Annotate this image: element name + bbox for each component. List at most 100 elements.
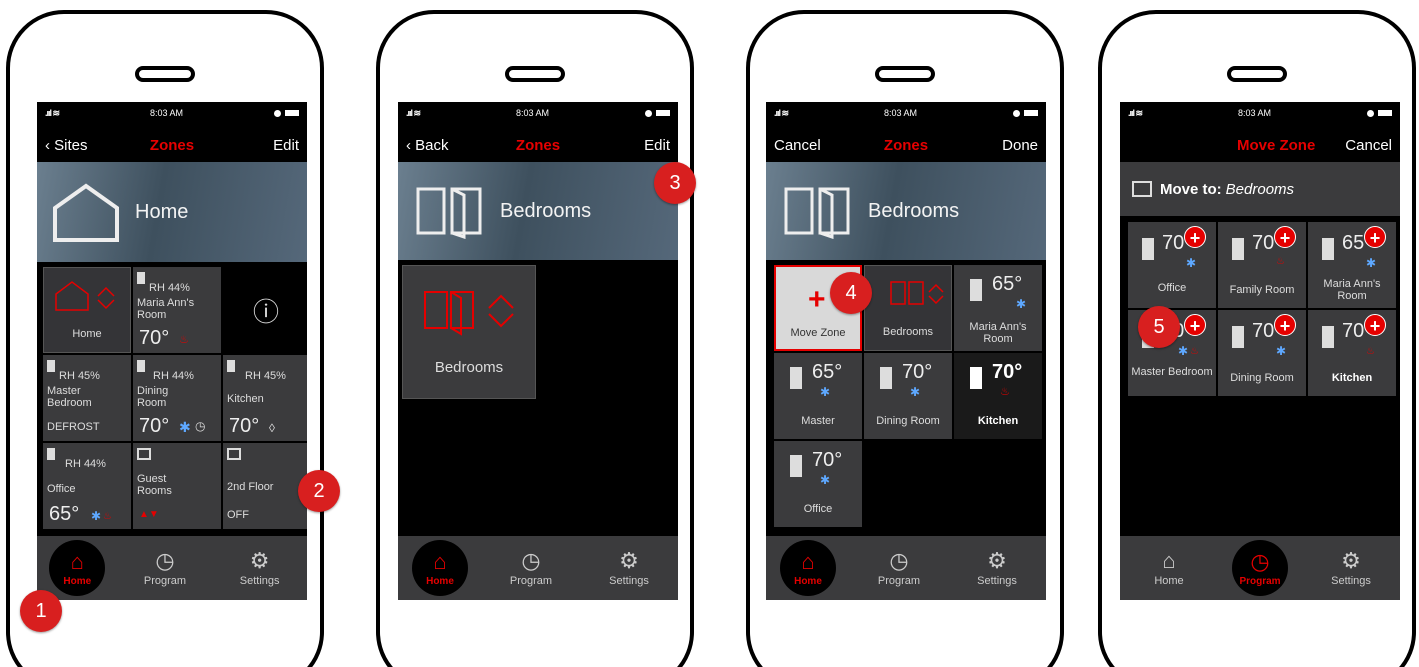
tile-temp: 65°: [812, 361, 843, 383]
zone-tile-guest[interactable]: Guest Rooms ▲▼: [133, 443, 221, 529]
target-tile-dining[interactable]: 70 ✱ + Dining Room: [1218, 310, 1306, 396]
tile-temp: 70: [1252, 232, 1275, 254]
tab-settings[interactable]: ⚙ Settings: [962, 549, 1032, 588]
zone-tile-bedrooms[interactable]: Bedrooms: [864, 265, 952, 351]
zone-tile-kitchen[interactable]: RH 45% Kitchen 70° ◊: [223, 355, 307, 441]
timer-icon: ◷: [1250, 548, 1270, 574]
door-icon: [1142, 238, 1154, 260]
zone-tile-2nd-floor[interactable]: 2nd Floor OFF: [223, 443, 307, 529]
phone-1: .ııl ≋ 8:03 AM ‹ Sites Zones Edit Home H…: [6, 10, 324, 667]
done-button[interactable]: Done: [1002, 137, 1038, 154]
tile-temp: 70°: [992, 361, 1023, 383]
home-icon: ⌂: [801, 548, 815, 574]
target-tile-office[interactable]: 70 ✱ + Office: [1128, 222, 1216, 308]
zone-tile-master[interactable]: 65° ✱ Master: [774, 353, 862, 439]
target-tile-kitchen[interactable]: 70 ♨ + Kitchen: [1308, 310, 1396, 396]
flame-icon: ♨: [1276, 256, 1285, 267]
gear-icon: ⚙: [619, 548, 639, 573]
status-bar: .ııl ≋ 8:03 AM: [37, 102, 307, 124]
snowflake-icon: ✱: [820, 385, 831, 399]
door-icon: [137, 448, 151, 460]
snowflake-icon: ✱: [1178, 344, 1189, 358]
signal-wifi-icon: .ııl ≋: [406, 107, 421, 118]
door-icon: [227, 360, 235, 372]
double-door-icon: [1132, 181, 1152, 197]
tab-label: Settings: [239, 575, 280, 587]
tab-label: Home: [63, 575, 92, 587]
home-icon: [55, 281, 115, 311]
info-tile[interactable]: ⓘ: [223, 267, 307, 353]
tab-bar: ⌂ Home ◷ Program ⚙ Settings: [37, 536, 307, 600]
tile-rh: RH 45%: [59, 370, 100, 382]
phone-3: .ııl ≋ 8:03 AM Cancel Zones Done Bedroom…: [746, 10, 1064, 667]
snowflake-icon: ✱: [1186, 256, 1197, 270]
status-bar: .ııl ≋ 8:03 AM: [766, 102, 1046, 124]
back-button[interactable]: ‹ Back: [406, 137, 449, 154]
tab-label: Home: [426, 575, 454, 587]
tile-label: Office: [1157, 282, 1187, 294]
zone-banner: Home: [37, 162, 307, 262]
target-tile-family[interactable]: 70 ♨ + Family Room: [1218, 222, 1306, 308]
add-icon[interactable]: +: [1274, 226, 1296, 248]
add-icon[interactable]: +: [1184, 314, 1206, 336]
speaker: [875, 66, 935, 82]
tab-program[interactable]: ◷ Program: [130, 549, 200, 588]
tab-home[interactable]: ⌂ Home: [780, 540, 836, 596]
tile-temp: 70: [1162, 232, 1185, 254]
zone-tile-office[interactable]: RH 44% Office 65° ✱ ♨: [43, 443, 131, 529]
tab-settings[interactable]: ⚙ Settings: [225, 549, 295, 588]
target-tile-maria[interactable]: 65 ✱ + Maria Ann's Room: [1308, 222, 1396, 308]
tab-settings[interactable]: ⚙ Settings: [1316, 548, 1386, 588]
tab-program[interactable]: ◷ Program: [1232, 540, 1288, 596]
zone-tile-dining[interactable]: RH 44% Dining Room 70° ✱ ◷: [133, 355, 221, 441]
back-sites-button[interactable]: ‹ Sites: [45, 137, 88, 154]
add-icon[interactable]: +: [1184, 226, 1206, 248]
battery-icon: [1023, 110, 1038, 116]
tile-rh: RH 44%: [149, 282, 190, 294]
zone-tile-maria[interactable]: RH 44% Maria Ann's Room 70° ♨: [133, 267, 221, 353]
tile-rh: RH 45%: [245, 370, 286, 382]
tab-program[interactable]: ◷ Program: [864, 549, 934, 588]
zone-tile-dining[interactable]: 70° ✱ Dining Room: [864, 353, 952, 439]
tile-label: Bedrooms: [434, 359, 504, 376]
nav-bar: ‹ Sites Zones Edit: [37, 128, 307, 162]
zone-tile-kitchen[interactable]: 70° ♨ Kitchen: [954, 353, 1042, 439]
alarm-icon: [273, 109, 281, 117]
edit-button[interactable]: Edit: [644, 137, 670, 154]
edit-button[interactable]: Edit: [273, 137, 299, 154]
zone-tile-master[interactable]: RH 45% Master Bedroom DEFROST: [43, 355, 131, 441]
alarm-icon: [1366, 109, 1374, 117]
cancel-button[interactable]: Cancel: [774, 137, 821, 154]
tab-bar: ⌂ Home ◷ Program ⚙ Settings: [1120, 536, 1400, 600]
tile-label: Office: [47, 483, 76, 495]
tab-settings[interactable]: ⚙ Settings: [594, 548, 664, 588]
zone-tile-maria[interactable]: 65° ✱ Maria Ann's Room: [954, 265, 1042, 351]
speaker: [135, 66, 195, 82]
tab-label: Program: [509, 575, 553, 587]
zone-tile-office[interactable]: 70° ✱ Office: [774, 441, 862, 527]
tile-temp: 70°: [812, 449, 843, 471]
tile-temp: 70°: [139, 327, 170, 349]
add-icon[interactable]: +: [1364, 314, 1386, 336]
double-door-icon: [890, 281, 944, 305]
tab-program[interactable]: ◷ Program: [496, 549, 566, 588]
info-icon[interactable]: ⓘ: [253, 292, 279, 329]
tab-bar: ⌂ Home ◷ Program ⚙ Settings: [766, 536, 1046, 600]
timer-icon: ◷: [195, 419, 206, 433]
gear-icon: ⚙: [1341, 548, 1361, 573]
move-to-bar: Move to: Bedrooms: [1120, 162, 1400, 216]
tab-home[interactable]: ⌂ Home: [1134, 549, 1204, 588]
zone-tile-home[interactable]: Home: [43, 267, 131, 353]
screen-4: .ııl ≋ 8:03 AM Move Zone Cancel Move to:…: [1120, 102, 1400, 600]
door-icon: [137, 272, 145, 284]
alarm-icon: [644, 109, 652, 117]
tile-label: Bedrooms: [882, 326, 934, 338]
cancel-button[interactable]: Cancel: [1345, 137, 1392, 154]
add-icon[interactable]: +: [1274, 314, 1296, 336]
double-door-icon: [416, 187, 482, 239]
tab-home[interactable]: ⌂ Home: [412, 540, 468, 596]
zone-tile-bedrooms[interactable]: Bedrooms: [402, 265, 536, 399]
tab-label: Settings: [609, 575, 649, 587]
add-icon[interactable]: +: [1364, 226, 1386, 248]
tab-home[interactable]: ⌂ Home: [49, 540, 106, 596]
